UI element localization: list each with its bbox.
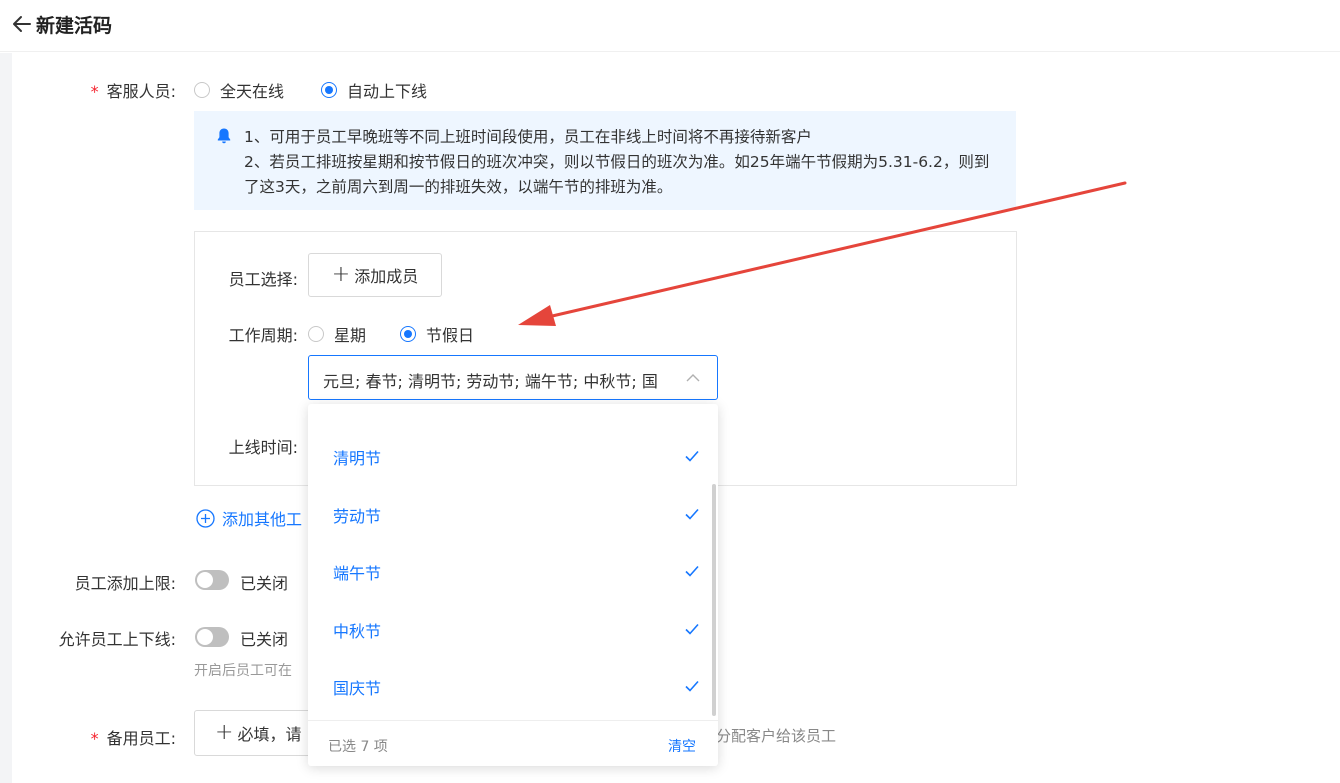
dropdown-option-laodong[interactable]: 劳动节: [308, 494, 708, 534]
staff-limit-label: 员工添加上限:: [74, 574, 176, 593]
page-header: 新建活码: [0, 0, 1340, 52]
dropdown-option-duanwu[interactable]: 端午节: [308, 551, 708, 591]
backup-staff-label: * 备用员工:: [60, 725, 176, 749]
backup-staff-button-label: 必填，请: [237, 725, 302, 744]
left-gutter: [0, 53, 12, 783]
radio-label: 自动上下线: [347, 82, 428, 101]
dropdown-option-label: 端午节: [333, 564, 382, 583]
holiday-dropdown: 清明节 劳动节 端午节 中秋节 国庆节 已选 7 项 清空: [308, 404, 718, 766]
add-member-label: 添加成员: [354, 267, 419, 286]
radio-label: 节假日: [426, 326, 475, 345]
required-mark: *: [90, 729, 99, 748]
notice-line-2: 2、若员工排班按星期和按节假日的班次冲突，则以节假日的班次为准。如25年端午节假…: [244, 153, 990, 196]
back-arrow-icon[interactable]: [10, 12, 34, 36]
dropdown-option-label: 国庆节: [333, 679, 382, 698]
check-icon: [685, 565, 699, 577]
allow-online-state: 已关闭: [240, 630, 289, 649]
dropdown-scrollbar[interactable]: [712, 484, 716, 716]
selected-count: 已选 7 项: [328, 739, 388, 755]
check-icon: [685, 450, 699, 462]
radio-label: 全天在线: [220, 82, 285, 101]
notice-line-1: 1、可用于员工早晚班等不同上班时间段使用，员工在非线上时间将不再接待新客户: [244, 128, 812, 146]
check-icon: [685, 508, 699, 520]
work-cycle-label: 工作周期:: [228, 326, 298, 345]
page-title: 新建活码: [36, 15, 113, 37]
plus-circle-icon: [196, 508, 215, 528]
check-icon: [685, 680, 699, 692]
radio-circle-checked[interactable]: [321, 82, 337, 98]
add-member-button[interactable]: + 添加成员: [308, 253, 442, 297]
staff-limit-switch[interactable]: [195, 570, 229, 590]
info-notice: 1、可用于员工早晚班等不同上班时间段使用，员工在非线上时间将不再接待新客户 2、…: [194, 111, 1016, 210]
radio-weekday[interactable]: 星期: [308, 322, 366, 346]
dropdown-option-qingming[interactable]: 清明节: [308, 436, 708, 476]
plus-icon: +: [331, 262, 351, 287]
holiday-select-value: 元旦; 春节; 清明节; 劳动节; 端午节; 中秋节; 国: [323, 372, 658, 391]
radio-circle[interactable]: [194, 82, 210, 98]
dropdown-option-label: 清明节: [333, 449, 382, 468]
dropdown-option-label: 劳动节: [333, 507, 382, 526]
service-staff-label-text: 客服人员:: [106, 82, 176, 101]
radio-label: 星期: [334, 326, 367, 345]
allow-online-label: 允许员工上下线:: [58, 630, 176, 649]
add-other-schedule-link[interactable]: 添加其他工: [196, 506, 302, 530]
check-icon: [685, 623, 699, 635]
dropdown-option-label: 中秋节: [333, 622, 382, 641]
chevron-up-icon[interactable]: [685, 370, 701, 386]
bell-icon: [217, 128, 231, 144]
allow-online-hint: 开启后员工可在: [194, 663, 292, 679]
radio-holiday[interactable]: 节假日: [400, 322, 474, 346]
holiday-select[interactable]: 元旦; 春节; 清明节; 劳动节; 端午节; 中秋节; 国: [308, 355, 718, 400]
clear-button[interactable]: 清空: [668, 736, 696, 756]
staff-select-label: 员工选择:: [228, 270, 298, 289]
radio-circle[interactable]: [308, 326, 324, 342]
online-time-label: 上线时间:: [228, 438, 298, 457]
backup-staff-label-text: 备用员工:: [106, 729, 176, 748]
backup-staff-hint: 分配客户给该员工: [716, 727, 837, 745]
radio-all-day-online[interactable]: 全天在线: [194, 78, 284, 102]
dropdown-option-zhongqiu[interactable]: 中秋节: [308, 609, 708, 649]
notice-text: 1、可用于员工早晚班等不同上班时间段使用，员工在非线上时间将不再接待新客户 2、…: [244, 125, 1004, 200]
staff-limit-state: 已关闭: [240, 574, 289, 593]
dropdown-option-guoqing[interactable]: 国庆节: [308, 666, 708, 706]
required-mark: *: [90, 82, 99, 101]
allow-online-switch[interactable]: [195, 627, 229, 647]
dropdown-footer: 已选 7 项 清空: [308, 720, 718, 766]
radio-circle-checked[interactable]: [400, 326, 416, 342]
service-staff-label: * 客服人员:: [60, 78, 176, 102]
radio-auto-online[interactable]: 自动上下线: [321, 78, 427, 102]
add-other-label: 添加其他工: [222, 510, 303, 529]
plus-icon: +: [215, 720, 234, 745]
